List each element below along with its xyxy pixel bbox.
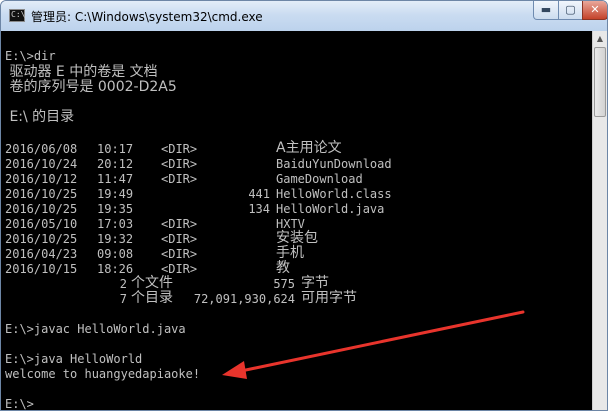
scroll-thumb[interactable] — [594, 47, 606, 117]
arrow-shaft — [239, 310, 525, 373]
cmd-window: C:\ 管理员: C:\Windows\system32\cmd.exe ▬ ▢… — [0, 0, 608, 411]
minimize-button[interactable]: ▬ — [533, 1, 559, 20]
console-output[interactable]: E:\>dir 驱动器 E 中的卷是 文档 卷的序列号是 0002-D2A5 E… — [1, 31, 592, 410]
close-button[interactable]: ✕ — [582, 1, 607, 20]
console-icon[interactable]: C:\ — [9, 9, 25, 22]
window-title: 管理员: C:\Windows\system32\cmd.exe — [31, 10, 263, 24]
scroll-up-arrow-icon[interactable]: ▲ — [593, 31, 607, 46]
vertical-scrollbar[interactable]: ▲ — [592, 31, 607, 410]
annotation-arrow — [222, 310, 525, 379]
maximize-button[interactable]: ▢ — [558, 1, 583, 20]
arrow-head — [222, 361, 247, 379]
title-bar[interactable]: C:\ 管理员: C:\Windows\system32\cmd.exe ▬ ▢… — [1, 1, 607, 31]
